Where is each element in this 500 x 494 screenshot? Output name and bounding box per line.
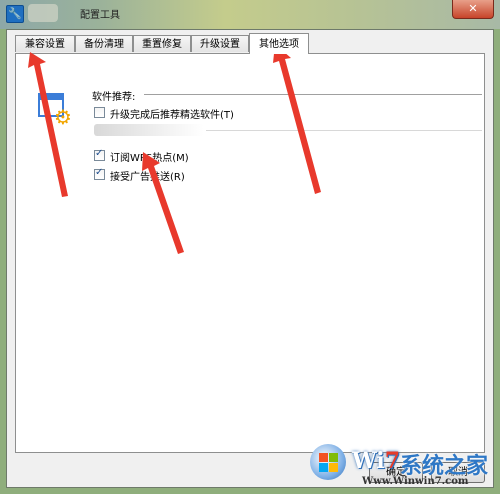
settings-window-gear-icon: ⚙	[38, 93, 72, 127]
blurred-section-label	[94, 124, 204, 136]
section-divider	[144, 94, 482, 95]
title-bar[interactable]: 🔧 配置工具 ✕	[0, 0, 500, 29]
windows-logo-icon	[310, 444, 346, 480]
watermark-url: Www.Winwin7.com	[362, 476, 469, 487]
recommend-software-label: 升级完成后推荐精选软件(T)	[110, 110, 234, 121]
tab-panel-other-options: ⚙ 软件推荐: 升级完成后推荐精选软件(T) 订阅WPS热点(M) 接受广告推送…	[15, 53, 485, 453]
app-wrench-icon: 🔧	[6, 5, 24, 23]
tab-compat-settings[interactable]: 兼容设置	[15, 35, 75, 52]
window-title: 配置工具	[80, 10, 120, 21]
watermark-brand: Wi7	[352, 448, 400, 474]
accept-ads-checkbox[interactable]	[94, 167, 105, 180]
tab-reset-repair[interactable]: 重置修复	[133, 35, 191, 52]
accept-ads-label: 接受广告推送(R)	[110, 172, 185, 183]
tab-other-options[interactable]: 其他选项	[249, 33, 309, 54]
section-divider-2	[206, 130, 482, 131]
dialog-body: 兼容设置 备份清理 重置修复 升级设置 其他选项 ⚙ 软件推荐: 升级完成后推荐…	[6, 29, 494, 488]
close-button[interactable]: ✕	[452, 0, 494, 19]
tab-upgrade-settings[interactable]: 升级设置	[191, 35, 249, 52]
subscribe-wps-hot-checkbox[interactable]	[94, 148, 105, 161]
subscribe-wps-hot-label: 订阅WPS热点(M)	[110, 153, 189, 164]
recommend-software-checkbox[interactable]	[94, 107, 105, 118]
blurred-title-area	[28, 4, 58, 22]
software-recommend-label: 软件推荐:	[92, 92, 136, 103]
tab-backup-cleanup[interactable]: 备份清理	[75, 35, 133, 52]
site-watermark: Wi7 系统之家 Www.Winwin7.com	[300, 440, 500, 494]
